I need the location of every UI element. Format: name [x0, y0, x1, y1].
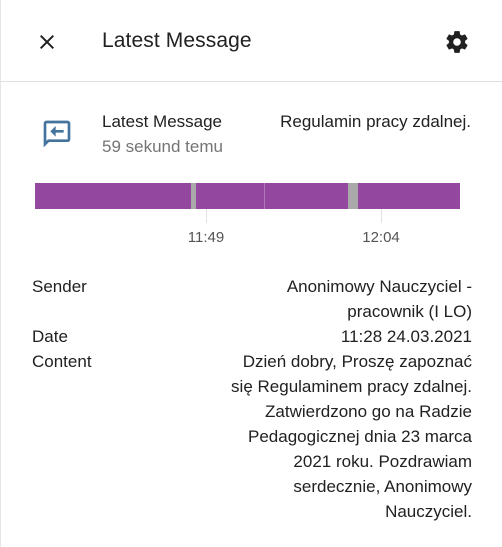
timeline-tick-label: 12:04: [362, 229, 400, 246]
timeline-divider: [264, 183, 265, 209]
attribute-value: Anonimowy Nauczyciel - pracownik (I LO): [286, 277, 472, 321]
attribute-key: Content: [32, 352, 92, 371]
settings-button[interactable]: [441, 26, 473, 58]
attribute-key: Date: [32, 327, 68, 346]
dialog-header: Latest Message: [1, 0, 502, 82]
message-reply-icon: [43, 120, 71, 148]
attribute-row-content: Content Dzień dobry, Proszę zapoznać się…: [32, 349, 472, 524]
entity-row: Latest Message 59 sekund temu Regulamin …: [1, 108, 502, 164]
timeline-gap: [348, 183, 358, 209]
timeline-tick-label: 11:49: [187, 229, 225, 246]
close-icon: [40, 35, 54, 49]
attribute-value: 11:28 24.03.2021: [340, 327, 472, 346]
close-button[interactable]: [31, 26, 63, 58]
more-info-dialog: Latest Message Latest Message 59 sekund …: [0, 0, 502, 547]
attribute-row-date: Date 11:28 24.03.2021: [32, 324, 472, 349]
dialog-title: Latest Message: [102, 29, 252, 52]
attribute-row-sender: Sender Anonimowy Nauczyciel - pracownik …: [32, 274, 472, 324]
attributes-list: Sender Anonimowy Nauczyciel - pracownik …: [32, 274, 472, 524]
gear-icon: [446, 31, 468, 53]
entity-name: Latest Message: [102, 112, 223, 131]
entity-state: Regulamin pracy zdalnej.: [280, 112, 471, 131]
entity-last-changed: 59 sekund temu: [102, 137, 223, 156]
attribute-value: Dzień dobry, Proszę zapoznać się Regulam…: [231, 352, 472, 521]
timeline-gap: [191, 183, 196, 209]
attribute-key: Sender: [32, 277, 87, 296]
history-timeline[interactable]: 11:49 12:04: [35, 183, 460, 246]
timeline-state-bar[interactable]: [35, 183, 460, 209]
